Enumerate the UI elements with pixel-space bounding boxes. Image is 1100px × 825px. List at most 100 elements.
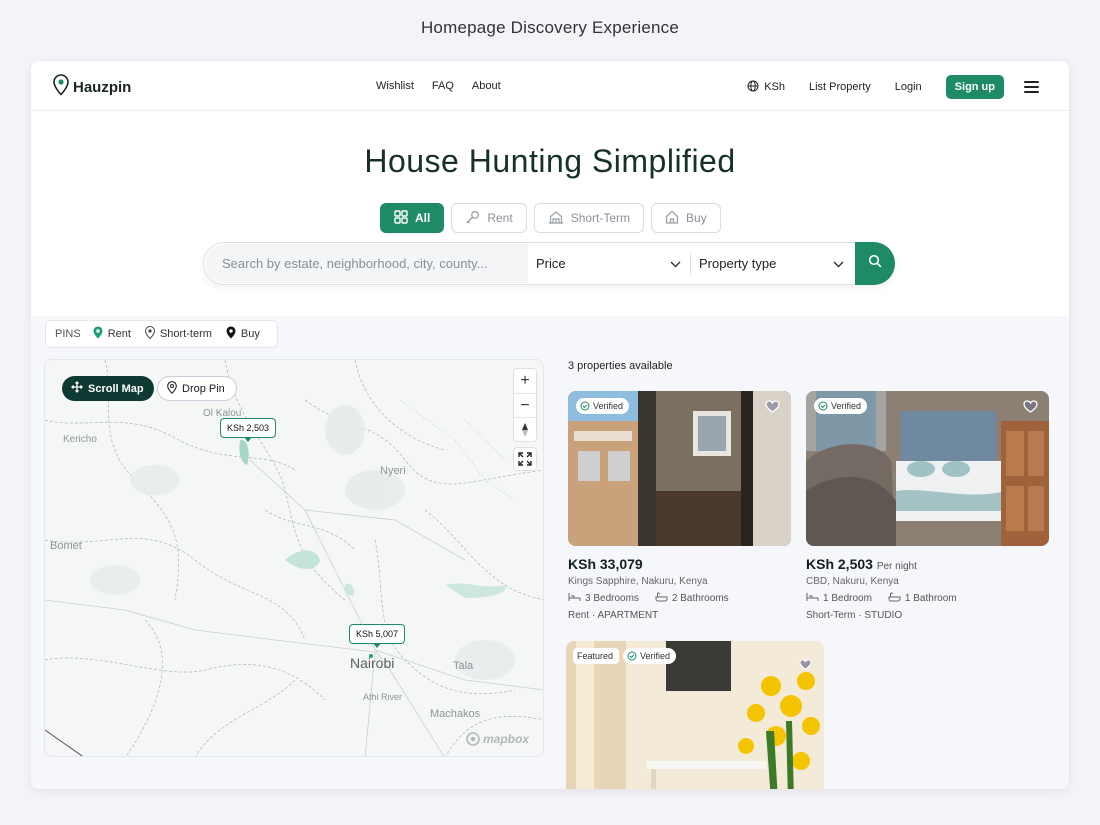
legend-label-short-term: Short-term — [159, 328, 212, 340]
property-type-select-label: Property type — [699, 256, 777, 271]
signup-button[interactable]: Sign up — [945, 75, 1004, 99]
search-icon — [868, 254, 882, 273]
verified-badge: Verified — [576, 398, 630, 414]
app-window: Hauzpin Wishlist FAQ About KSh List Prop… — [31, 61, 1069, 789]
location-pin-icon — [93, 326, 103, 342]
mapbox-attribution[interactable]: mapbox — [466, 732, 529, 746]
tab-all-label: All — [415, 211, 431, 225]
property-location: Kings Sapphire, Nakuru, Kenya — [568, 576, 708, 587]
pins-legend-label: PINS — [55, 328, 81, 340]
legend-item-buy: Buy — [226, 326, 260, 342]
property-type-select[interactable]: Property type — [699, 243, 844, 284]
brand-logo[interactable]: Hauzpin — [53, 74, 131, 100]
studio-photo — [806, 391, 1049, 546]
legend-label-buy: Buy — [240, 328, 260, 340]
nav-link-faq[interactable]: FAQ — [432, 80, 454, 92]
nav-link-wishlist[interactable]: Wishlist — [376, 80, 414, 92]
property-features: 1 Bedroom 1 Bathroom — [806, 592, 1049, 605]
search-bar: Price Property type — [203, 242, 895, 285]
discovery-section: PINS Rent Short-term Buy Ol Kalou Kerich… — [31, 316, 1069, 789]
fullscreen-icon — [518, 452, 532, 466]
wishlist-heart-icon[interactable] — [799, 657, 812, 675]
location-pin-icon — [226, 326, 236, 342]
scroll-map-label: Scroll Map — [88, 382, 144, 395]
property-price: KSh 33,079 — [568, 556, 791, 572]
bathroom-count: 1 Bathroom — [904, 593, 957, 604]
nav-links: Wishlist FAQ About — [376, 80, 519, 92]
login-link[interactable]: Login — [895, 81, 922, 93]
tab-rent-label: Rent — [487, 211, 513, 225]
property-card[interactable]: Featured Verified — [566, 641, 824, 789]
tab-buy[interactable]: Buy — [651, 203, 721, 233]
verified-badge-label: Verified — [593, 401, 624, 411]
listing-type-tabs: All Rent Short-Term Buy — [380, 203, 721, 233]
price-value: KSh 33,079 — [568, 556, 643, 572]
map-panel[interactable]: Ol Kalou Kericho Nyeri Bomet Nairobi Tal… — [44, 359, 544, 757]
map-price-pin[interactable]: KSh 2,503 — [220, 418, 277, 442]
hamburger-menu-icon[interactable] — [1024, 81, 1039, 93]
location-pin-icon — [144, 325, 155, 342]
price-value: KSh 2,503 — [806, 556, 873, 572]
property-features: 3 Bedrooms 2 Bathrooms — [568, 592, 791, 605]
map-canvas[interactable] — [45, 360, 544, 757]
tab-all[interactable]: All — [380, 203, 445, 233]
price-suffix: Per night — [876, 561, 917, 572]
mapbox-label: mapbox — [483, 732, 530, 746]
zoom-out-button[interactable]: − — [514, 393, 536, 417]
legend-item-short-term: Short-term — [144, 325, 212, 342]
property-card[interactable]: Verified KSh 2,503 Per night CBD, Nakuru… — [806, 391, 1049, 621]
map-price-pin[interactable]: KSh 5,007 — [349, 624, 406, 648]
legend-item-rent: Rent — [93, 326, 131, 342]
map-label-tala: Tala — [453, 660, 474, 672]
house-icon — [665, 210, 679, 227]
verified-badge: Verified — [814, 398, 868, 414]
property-photo[interactable]: Featured Verified — [566, 641, 824, 789]
map-label-machakos: Machakos — [430, 708, 481, 720]
featured-badge-label: Featured — [577, 651, 614, 661]
property-card[interactable]: Verified KSh 33,079 Kings Sapphire, Naku… — [568, 391, 791, 621]
mapbox-logo-icon — [466, 732, 480, 746]
featured-badge: Featured — [573, 648, 620, 664]
tab-short-term-label: Short-Term — [570, 211, 631, 225]
bathroom-count: 2 Bathrooms — [671, 593, 729, 604]
fullscreen-button[interactable] — [513, 447, 537, 471]
currency-label: KSh — [764, 81, 785, 93]
drop-pin-label: Drop Pin — [182, 382, 225, 395]
check-circle-icon — [627, 651, 637, 661]
drop-pin-button[interactable]: Drop Pin — [157, 376, 237, 401]
tab-short-term[interactable]: Short-Term — [533, 203, 645, 233]
tab-buy-label: Buy — [686, 211, 707, 225]
zoom-in-button[interactable]: + — [514, 369, 536, 393]
search-field-wrap — [205, 244, 528, 283]
search-input[interactable] — [205, 244, 528, 283]
grid-icon — [394, 209, 408, 227]
chevron-down-icon — [670, 256, 681, 271]
list-property-link[interactable]: List Property — [809, 81, 871, 93]
map-label-bomet: Bomet — [50, 540, 82, 552]
scroll-map-button[interactable]: Scroll Map — [62, 376, 154, 401]
map-label-nyeri: Nyeri — [380, 465, 406, 477]
check-circle-icon — [818, 401, 828, 411]
compass-button[interactable] — [514, 417, 536, 441]
property-photo[interactable]: Verified — [568, 391, 791, 546]
wishlist-heart-icon[interactable] — [765, 400, 780, 418]
map-label-kericho: Kericho — [63, 434, 97, 445]
bath-icon — [888, 592, 901, 605]
verified-badge-label: Verified — [831, 401, 862, 411]
nav-link-about[interactable]: About — [472, 80, 501, 92]
legend-label-rent: Rent — [107, 328, 131, 340]
price-select-label: Price — [536, 256, 566, 271]
bed-icon — [806, 592, 819, 605]
hero-title: House Hunting Simplified — [364, 143, 736, 179]
nav-actions: KSh List Property Login Sign up — [747, 75, 1039, 99]
price-select[interactable]: Price — [536, 243, 681, 284]
bedroom-count: 1 Bedroom — [823, 593, 872, 604]
currency-selector[interactable]: KSh — [747, 80, 785, 95]
verified-badge: Verified — [623, 648, 677, 664]
brand-name: Hauzpin — [73, 78, 132, 96]
zoom-controls: + − — [513, 368, 537, 442]
wishlist-heart-icon[interactable] — [1023, 400, 1038, 418]
tab-rent[interactable]: Rent — [451, 203, 527, 233]
property-photo[interactable]: Verified — [806, 391, 1049, 546]
search-button[interactable] — [855, 242, 895, 285]
